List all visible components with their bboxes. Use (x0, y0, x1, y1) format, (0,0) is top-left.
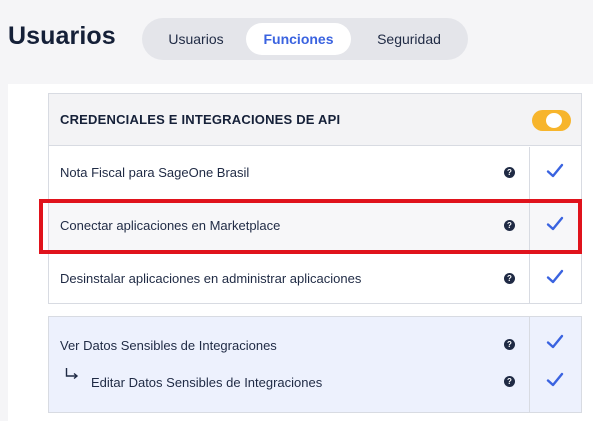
section-toggle[interactable] (532, 110, 571, 131)
help-icon[interactable]: ? (504, 167, 515, 178)
sensitive-data-panel: Ver Datos Sensibles de Integraciones ? E… (48, 316, 582, 413)
sub-item-arrow-icon (65, 368, 79, 380)
checkmark-icon[interactable] (545, 332, 565, 352)
page-title: Usuarios (8, 22, 116, 50)
checkmark-icon[interactable] (545, 267, 565, 287)
tab-seguridad[interactable]: Seguridad (356, 23, 462, 55)
column-divider (529, 253, 530, 304)
permission-label: Ver Datos Sensibles de Integraciones (60, 338, 277, 353)
panel-title: CREDENCIALES E INTEGRACIONES DE API (60, 112, 341, 127)
permission-row: Nota Fiscal para SageOne Brasil ? (49, 147, 581, 200)
checkmark-icon[interactable] (545, 370, 565, 390)
permission-label: Editar Datos Sensibles de Integraciones (91, 375, 323, 390)
tab-bar: Usuarios Funciones Seguridad (142, 18, 468, 60)
toggle-knob (546, 113, 562, 128)
permission-label: Desinstalar aplicaciones en administrar … (60, 271, 362, 286)
panel-header: CREDENCIALES E INTEGRACIONES DE API (49, 94, 581, 146)
column-divider (529, 147, 530, 199)
tab-funciones[interactable]: Funciones (246, 23, 351, 55)
permission-label: Nota Fiscal para SageOne Brasil (60, 165, 250, 180)
checkmark-icon[interactable] (545, 161, 565, 181)
help-icon[interactable]: ? (504, 376, 515, 387)
highlight-box (39, 199, 582, 254)
page-header: Usuarios Usuarios Funciones Seguridad (0, 0, 593, 84)
tab-usuarios[interactable]: Usuarios (148, 23, 244, 55)
help-icon[interactable]: ? (504, 273, 515, 284)
help-icon[interactable]: ? (504, 339, 515, 350)
permission-row: Desinstalar aplicaciones en administrar … (49, 253, 581, 304)
column-divider (529, 317, 530, 412)
